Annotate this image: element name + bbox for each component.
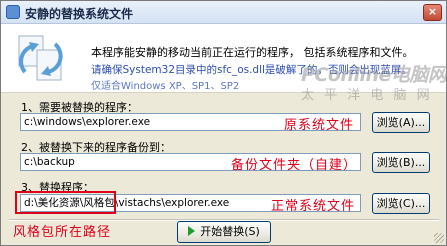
browse-source-button[interactable]: 浏览(A)... (372, 112, 430, 133)
source-annotation: 原系统文件 (284, 118, 355, 133)
app-icon (6, 5, 20, 19)
resize-grip[interactable] (434, 233, 444, 243)
title-bar[interactable]: 安静的替换系统文件 × (1, 1, 446, 24)
watermark-brand: PConline电脑网 (301, 64, 447, 86)
replace-system-file-window: 安静的替换系统文件 × 本程序能安静的移动当前正在运行的程序， 包括系统程序和文… (0, 0, 447, 246)
window-title: 安静的替换系统文件 (25, 7, 134, 21)
start-replace-button[interactable]: 开始替换(S) (177, 221, 271, 243)
close-button[interactable]: × (423, 4, 442, 21)
start-replace-label: 开始替换(S) (200, 225, 260, 238)
sync-files-icon (18, 35, 63, 81)
watermark-sub: 太 平 洋 电 脑 网 (301, 88, 433, 103)
play-icon (188, 226, 196, 236)
backup-annotation: 备份文件夹（自建） (231, 158, 358, 173)
highlight-box (15, 191, 116, 214)
compat-text: 仅适合Windows XP、SP1、SP2 (91, 81, 240, 92)
browse-replacement-button[interactable]: 浏览(C)... (372, 193, 430, 214)
intro-text: 本程序能安静的移动当前正在运行的程序， 包括系统程序和文件。 (91, 46, 414, 59)
style-pack-annotation: 风格包所在路径 (13, 225, 112, 240)
info-header: 本程序能安静的移动当前正在运行的程序， 包括系统程序和文件。 请确保System… (1, 24, 447, 103)
replacement-annotation: 正常系统文件 (271, 199, 356, 214)
browse-backup-button[interactable]: 浏览(B)... (372, 152, 430, 173)
